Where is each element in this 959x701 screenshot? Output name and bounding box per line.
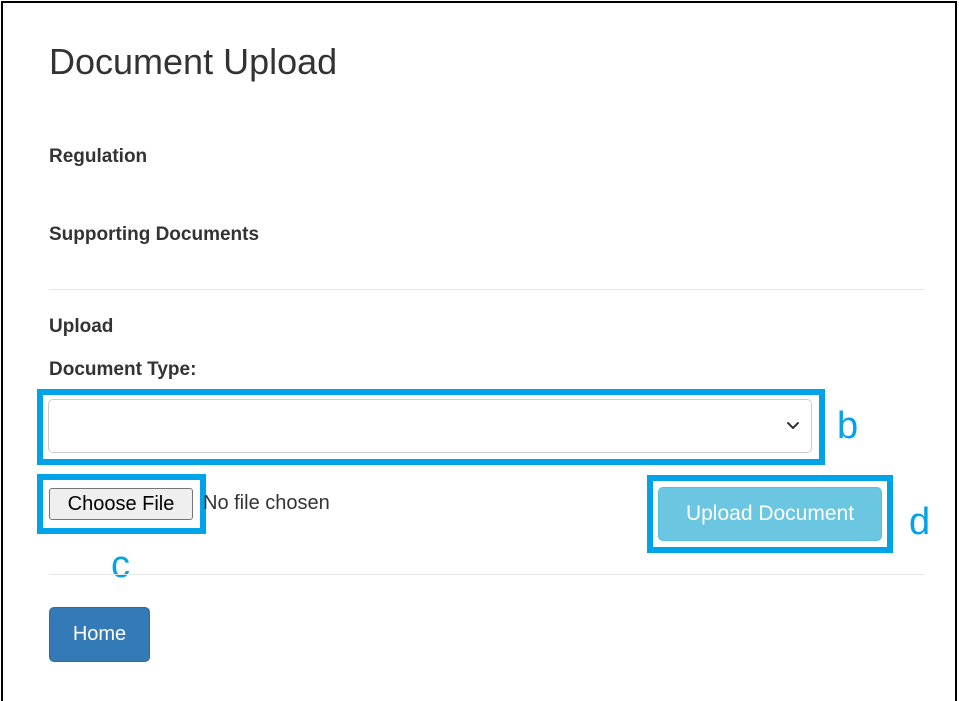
page-title: Document Upload [49,41,338,82]
home-button[interactable]: Home [49,607,150,662]
divider [49,574,924,575]
upload-document-button[interactable]: Upload Document [658,487,882,541]
supporting-documents-heading: Supporting Documents [49,224,260,245]
annotation-label-b: b [837,405,859,447]
chevron-down-icon [787,422,799,429]
divider [49,289,924,290]
page-frame [1,1,957,701]
upload-heading: Upload [49,316,114,337]
regulation-heading: Regulation [49,146,148,167]
document-type-select[interactable] [48,399,812,453]
choose-file-button[interactable]: Choose File [49,488,193,520]
annotation-label-c: c [111,544,130,586]
file-status-text: No file chosen [203,492,330,514]
annotation-label-d: d [909,501,931,543]
document-type-label: Document Type: [49,359,197,380]
